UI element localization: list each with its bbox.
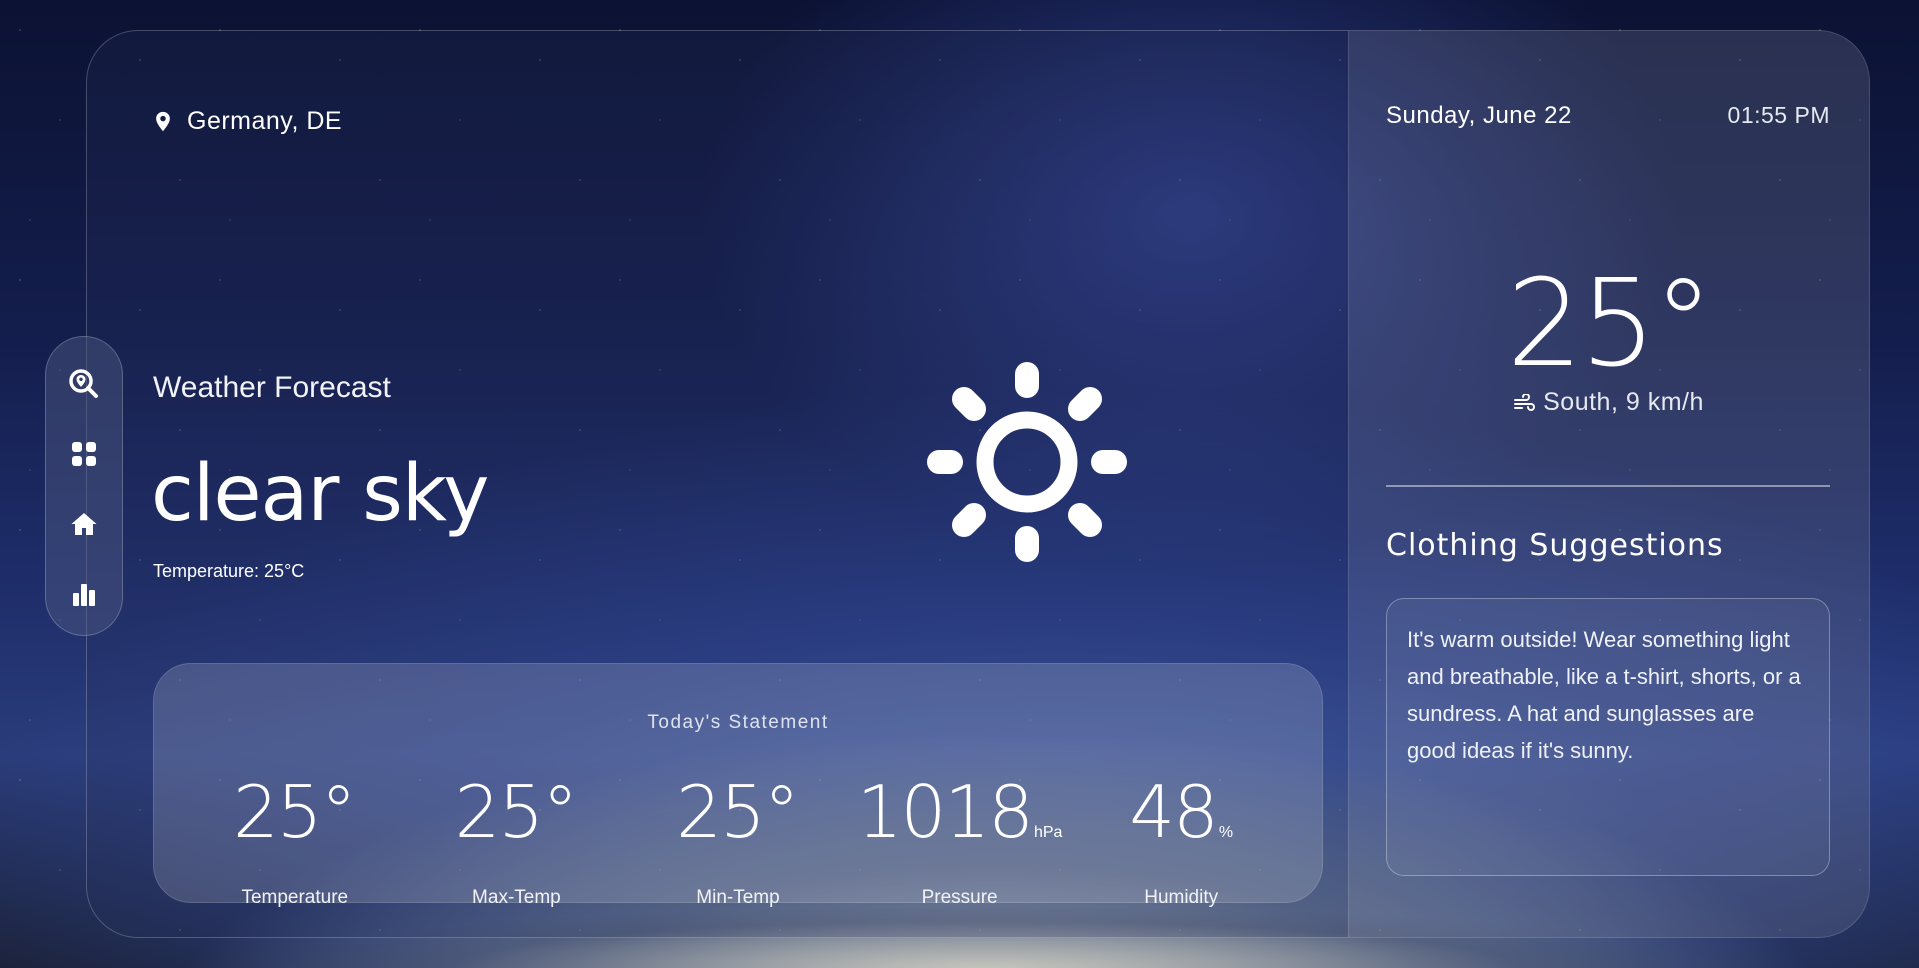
stat-value: 1018 hPa	[856, 770, 1063, 854]
location: Germany, DE	[153, 107, 342, 136]
side-navigation	[45, 336, 123, 636]
home-button[interactable]	[67, 507, 101, 541]
stat-label: Temperature	[241, 887, 349, 908]
statement-title: Today's Statement	[647, 712, 829, 733]
weather-condition: clear sky	[151, 449, 489, 539]
right-panel	[1348, 31, 1869, 937]
stat-value: 25°	[676, 770, 800, 854]
stat-value: 25°	[232, 770, 357, 854]
stat-label: Min-Temp	[696, 887, 780, 908]
todays-statement-panel: Today's Statement 25° Temperature 25° Ma…	[153, 663, 1323, 908]
stat-humidity: 48% Humidity	[1070, 772, 1292, 909]
forecast-heading: Weather Forecast	[153, 371, 391, 404]
search-location-button[interactable]	[67, 367, 101, 401]
sun-icon	[927, 362, 1127, 562]
temperature-line: Temperature: 25°C	[153, 561, 305, 581]
search-location-icon	[69, 369, 98, 398]
stat-value: 25°	[454, 770, 579, 854]
location-pin-icon	[156, 111, 170, 131]
stat-min-temp: 25° Min-Temp	[627, 772, 849, 909]
stat-value: 48%	[1129, 770, 1234, 854]
location-label: Germany, DE	[187, 107, 343, 135]
dashboard-button[interactable]	[67, 437, 101, 471]
stat-max-temp: 25° Max-Temp	[406, 772, 628, 909]
stat-label: Max-Temp	[472, 887, 561, 908]
bar-chart-icon	[73, 584, 95, 606]
stat-label: Humidity	[1144, 887, 1219, 908]
stats-button[interactable]	[67, 577, 101, 611]
stats-row: 25° Temperature 25° Max-Temp 25° Min-Tem…	[184, 772, 1292, 909]
weather-card: Germany, DE Weather Forecast clear sky T…	[86, 30, 1870, 938]
stat-label: Pressure	[921, 887, 998, 908]
home-icon	[71, 513, 97, 535]
grid-icon	[72, 442, 96, 466]
stat-pressure: 1018 hPa Pressure	[849, 772, 1071, 909]
stat-temperature: 25° Temperature	[184, 772, 406, 909]
